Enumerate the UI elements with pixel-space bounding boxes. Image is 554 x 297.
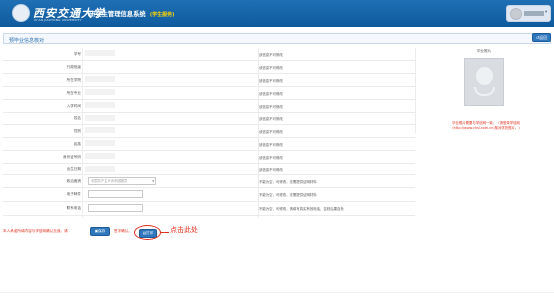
form-note: 不能为空，可修改，请填写真实有效电话，否则后果自负: [259, 207, 344, 211]
form-value-redacted: [85, 101, 115, 108]
footer-divider: [0, 292, 554, 293]
form-note: 该信息不可修改: [259, 155, 283, 160]
chevron-down-icon: ▾: [545, 10, 548, 15]
form-row: 所在专业 该信息不可修改: [3, 87, 415, 100]
form-row: 电子邮件 不能为空，可修改，无需提供证明材料: [3, 188, 415, 202]
political-status-value: 中国共产主义青年团团员: [91, 178, 128, 183]
form-row: 联系电话 不能为空，可修改，请填写真实有效电话，否则后果自负: [3, 202, 415, 216]
form-note: 该信息不可修改: [259, 91, 283, 96]
form-row: 行政班级 该信息不可修改: [3, 61, 415, 74]
form-label: 政治面貌: [66, 178, 81, 183]
form-label: 所在学院: [66, 77, 81, 82]
form-label: 行政班级: [66, 64, 81, 69]
form-label: 民族: [73, 141, 81, 146]
political-status-select[interactable]: 中国共产主义青年团团员 ▾: [88, 176, 156, 185]
form-note: 该信息不可修改: [259, 129, 283, 134]
photo-head-shape: [476, 67, 493, 85]
form-note: 该信息不可修改: [259, 78, 283, 83]
photo-smile-shape: [474, 87, 495, 96]
form-label: 入学时间: [66, 103, 81, 108]
form-label: 联系电话: [66, 206, 81, 210]
email-field[interactable]: [88, 189, 143, 198]
form-value-redacted: [85, 114, 115, 121]
phone-field[interactable]: [88, 203, 143, 212]
form-label: 出生日期: [66, 166, 81, 171]
app-header: 西安交通大学 XI'AN JIAOTONG UNIVERSITY 研究生管理信息…: [0, 0, 554, 27]
form-row: 出生日期 该信息不可修改: [3, 164, 415, 175]
photo-placeholder: [464, 58, 504, 106]
system-subtitle: (学生服务): [149, 12, 175, 18]
form-row: 入学时间 该信息不可修改: [3, 100, 415, 113]
system-title-text: 研究生管理信息系统: [89, 11, 146, 18]
form-row: 学号 该信息不可修改: [3, 48, 415, 61]
confirm-text-2: 签字确认。: [114, 229, 132, 233]
user-name-redacted: [524, 11, 544, 16]
form-label: 学号: [73, 51, 81, 56]
back-label: 返回: [539, 35, 548, 40]
form-note: 该信息不可修改: [259, 142, 283, 147]
annotation-line: [160, 232, 169, 233]
photo-note-line2[interactable]: (http://www.chsi.com.cn)核对学历照片。): [420, 126, 552, 131]
save-button[interactable]: ▣保存: [90, 227, 110, 236]
form-note: 该信息不可修改: [259, 65, 283, 70]
form-row: 所在学院 该信息不可修改: [3, 74, 415, 87]
form-note: 该信息不可修改: [259, 167, 283, 172]
form-value-redacted: [85, 88, 115, 95]
form-note: 该信息不可修改: [259, 117, 283, 121]
form-row: 姓名 该信息不可修改: [3, 113, 415, 125]
system-title: 研究生管理信息系统 (学生服务): [89, 9, 174, 18]
form-label: 性别: [73, 128, 81, 133]
back-button[interactable]: ↺返回: [532, 33, 551, 42]
form-label: 姓名: [73, 116, 81, 120]
university-logo: [12, 4, 30, 22]
photo-label: 毕业照片: [476, 49, 492, 53]
photo-note: 毕业照片需要与学信网一致，（请登录学信网 (http://www.chsi.co…: [420, 121, 552, 131]
user-menu[interactable]: ▾: [506, 5, 551, 22]
form-value-redacted: [85, 49, 115, 56]
form-note: 不能为空，可修改，无需提供证明材料: [259, 193, 317, 197]
form-value-redacted: [85, 75, 115, 82]
form-row: 政治面貌 中国共产主义青年团团员 ▾ 不能为空，可修改，无需提供证明材料: [3, 175, 415, 188]
chevron-down-icon: ▾: [152, 178, 154, 183]
page-title: 预毕业信息核对: [9, 37, 45, 44]
form-label: 身份证号码: [63, 154, 81, 159]
university-name-en: XI'AN JIAOTONG UNIVERSITY: [34, 18, 82, 22]
form-row: 性别 该信息不可修改: [3, 125, 415, 138]
annotation-circle: [134, 225, 161, 240]
form-row: 身份证号码 该信息不可修改: [3, 151, 415, 164]
confirm-text: 本人承诺所填内容与学信网确认无误，请: [3, 229, 68, 233]
form-value-redacted: [85, 139, 115, 146]
page-titlebar: 预毕业信息核对: [3, 33, 551, 44]
form-note: 不能为空，可修改，无需提供证明材料: [259, 179, 317, 184]
form-value-redacted: [85, 165, 115, 172]
form-note: 该信息不可修改: [259, 104, 283, 109]
avatar: [510, 8, 522, 20]
form-note: 该信息不可修改: [259, 52, 283, 57]
annotation-hint: 点击此处: [170, 226, 198, 234]
form-value-redacted: [85, 152, 115, 159]
form-row: 民族 该信息不可修改: [3, 138, 415, 151]
form-label: 所在专业: [66, 90, 81, 95]
save-label: 保存: [98, 229, 106, 233]
form-label: 电子邮件: [66, 192, 81, 196]
form-value-redacted: [85, 126, 115, 133]
photo-panel: 毕业照片 毕业照片需要与学信网一致，（请登录学信网 (http://www.ch…: [415, 48, 551, 133]
